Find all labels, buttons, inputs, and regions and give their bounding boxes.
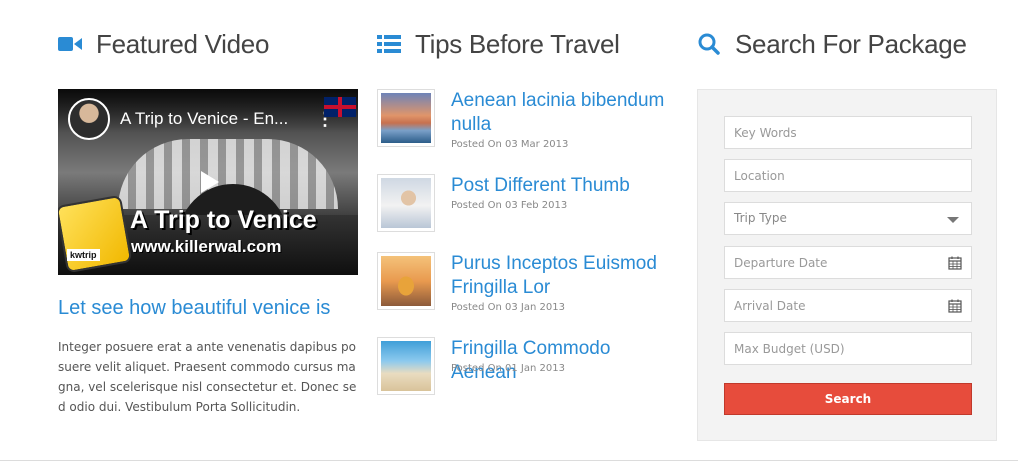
- tip-date: Posted On 03 Feb 2013: [451, 200, 568, 211]
- trip-type-select[interactable]: Trip Type: [724, 202, 972, 235]
- tip-date: Posted On 03 Mar 2013: [451, 139, 569, 150]
- tip-thumbnail[interactable]: [377, 89, 435, 147]
- search-section: Search For Package Trip Type Search: [697, 0, 997, 441]
- arrival-date-input[interactable]: [725, 290, 971, 321]
- tips-title: Tips Before Travel: [415, 28, 620, 59]
- location-input[interactable]: [725, 160, 971, 191]
- tip-title-link[interactable]: Fringilla Commodo Aenean: [451, 337, 677, 385]
- tip-thumbnail[interactable]: [377, 174, 435, 232]
- tip-title-link[interactable]: Post Different Thumb: [451, 174, 677, 198]
- keywords-field-wrapper: [724, 116, 972, 149]
- trip-type-value: Trip Type: [734, 211, 787, 225]
- tip-thumbnail[interactable]: [377, 337, 435, 395]
- search-icon: [697, 32, 721, 56]
- video-description: Integer posuere erat a ante venenatis da…: [58, 340, 357, 414]
- video-title[interactable]: A Trip to Venice - En...: [120, 109, 288, 129]
- play-icon[interactable]: [191, 167, 225, 197]
- kwtrip-logo: [58, 194, 133, 274]
- keywords-input[interactable]: [725, 117, 971, 148]
- tip-date: Posted On 01 Jan 2013: [451, 363, 565, 374]
- kwtrip-logo-text: kwtrip: [67, 249, 100, 261]
- video-camera-icon: [58, 32, 82, 56]
- calendar-icon[interactable]: [948, 299, 962, 313]
- search-form: Trip Type Search: [697, 89, 997, 441]
- featured-video-header: Featured Video: [58, 0, 358, 88]
- video-overlay-title: A Trip to Venice: [130, 206, 317, 234]
- calendar-icon[interactable]: [948, 256, 962, 270]
- channel-avatar[interactable]: [68, 98, 110, 140]
- search-button[interactable]: Search: [724, 383, 972, 415]
- chevron-down-icon: [947, 217, 959, 223]
- featured-video-title: Featured Video: [96, 28, 270, 59]
- tip-thumbnail[interactable]: [377, 252, 435, 310]
- video-caption-link[interactable]: Let see how beautiful venice is: [58, 297, 330, 320]
- tip-title-link[interactable]: Purus Inceptos Euismod Fringilla Lor: [451, 252, 677, 300]
- departure-date-input[interactable]: [725, 247, 971, 278]
- arrival-date-wrapper: [724, 289, 972, 322]
- section-divider: [0, 460, 1018, 461]
- search-title: Search For Package: [735, 28, 967, 59]
- video-player[interactable]: A Trip to Venice - En... ⋮ kwtrip A Trip…: [58, 89, 358, 275]
- uk-flag-icon: [324, 97, 356, 117]
- location-field-wrapper: [724, 159, 972, 192]
- departure-date-wrapper: [724, 246, 972, 279]
- tip-date: Posted On 03 Jan 2013: [451, 302, 565, 313]
- tip-title-link[interactable]: Aenean lacinia bibendum nulla: [451, 89, 677, 137]
- search-header: Search For Package: [697, 0, 997, 88]
- tips-section: Tips Before Travel Aenean lacinia bibend…: [377, 0, 677, 395]
- max-budget-wrapper: [724, 332, 972, 365]
- tips-header: Tips Before Travel: [377, 0, 677, 88]
- video-overlay-url: www.killerwal.com: [131, 237, 282, 256]
- max-budget-input[interactable]: [725, 333, 971, 364]
- featured-video-section: Featured Video A Trip to Venice - En... …: [58, 0, 358, 414]
- list-icon: [377, 32, 401, 56]
